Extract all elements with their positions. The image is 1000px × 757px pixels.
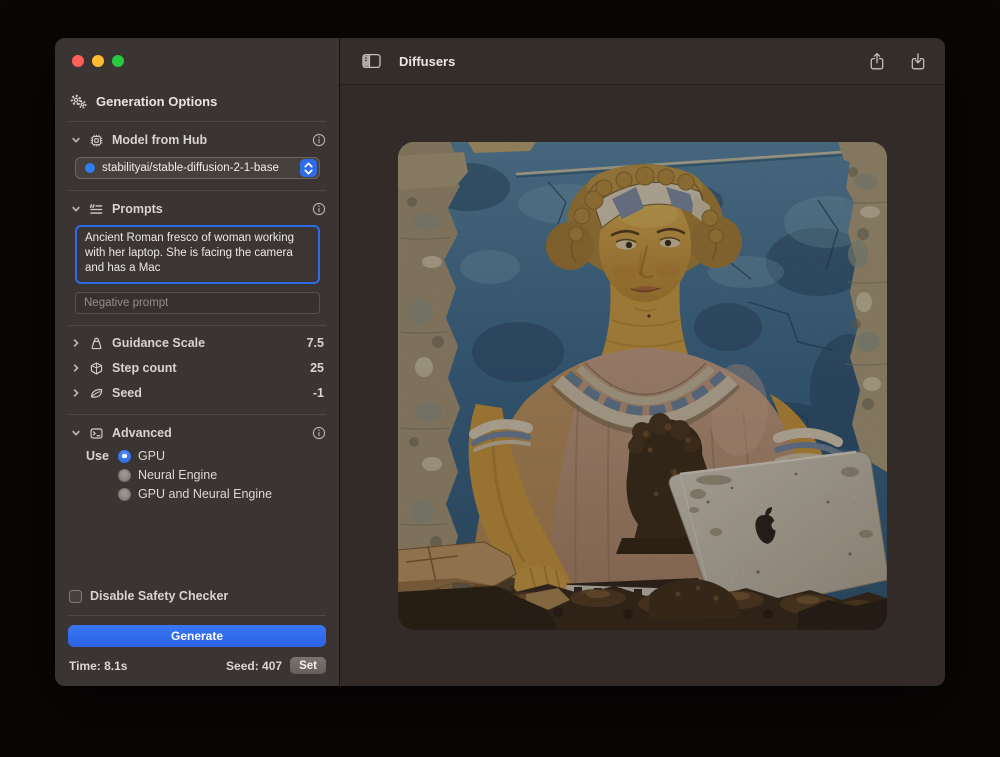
disable-safety-checker-row[interactable]: Disable Safety Checker: [68, 589, 326, 603]
traffic-lights: [72, 55, 326, 67]
share-icon[interactable]: [869, 52, 885, 71]
row-guidance-scale[interactable]: Guidance Scale 7.5: [68, 333, 326, 353]
compute-unit-group: Use GPU Neural Engine GPU and Neural Eng…: [86, 449, 326, 501]
radio-gpu-and-neural-engine[interactable]: GPU and Neural Engine: [118, 487, 272, 501]
gears-icon: [70, 94, 87, 109]
main-area: Diffusers: [340, 38, 945, 686]
image-canvas: [340, 85, 945, 686]
param-label: Step count: [112, 361, 177, 375]
seed-status: Seed: 407: [226, 659, 282, 673]
titlebar: Diffusers: [340, 38, 945, 85]
close-button[interactable]: [72, 55, 84, 67]
radio-neural-engine[interactable]: Neural Engine: [118, 468, 272, 482]
chevron-down-icon: [71, 428, 81, 438]
param-label: Seed: [112, 386, 142, 400]
negative-prompt-input[interactable]: [84, 297, 311, 309]
terminal-icon: [89, 426, 104, 441]
checkbox-unchecked[interactable]: [69, 590, 82, 603]
section-model-from-hub[interactable]: Model from Hub: [68, 130, 326, 150]
save-icon[interactable]: [910, 52, 926, 71]
sidebar-toggle-icon[interactable]: [362, 53, 381, 69]
param-value: -1: [313, 386, 326, 400]
section-label: Model from Hub: [112, 133, 207, 147]
chevron-right-icon: [71, 388, 81, 398]
status-bar: Time: 8.1s Seed: 407 Set: [69, 657, 326, 686]
chevron-down-icon: [71, 204, 81, 214]
section-prompts[interactable]: Prompts: [68, 199, 326, 219]
radio-button[interactable]: [118, 469, 131, 482]
prompt-textarea[interactable]: Ancient Roman fresco of woman working wi…: [75, 225, 320, 284]
chevron-right-icon: [71, 338, 81, 348]
chevron-right-icon: [71, 363, 81, 373]
section-label: Advanced: [112, 426, 172, 440]
divider: [68, 325, 326, 326]
negative-prompt-field[interactable]: [75, 292, 320, 314]
divider: [68, 414, 326, 415]
param-label: Guidance Scale: [112, 336, 205, 350]
info-icon[interactable]: [312, 426, 326, 440]
model-dropdown-value: stabilityai/stable-diffusion-2-1-base: [102, 162, 293, 174]
section-label: Prompts: [112, 202, 163, 216]
divider: [68, 190, 326, 191]
set-seed-button[interactable]: Set: [290, 657, 326, 674]
text-quote-icon: [89, 202, 104, 217]
model-dropdown[interactable]: stabilityai/stable-diffusion-2-1-base: [75, 157, 320, 179]
row-seed[interactable]: Seed -1: [68, 383, 326, 403]
model-status-dot: [85, 163, 95, 173]
param-value: 7.5: [307, 336, 326, 350]
zoom-button[interactable]: [112, 55, 124, 67]
window-title: Diffusers: [399, 54, 455, 69]
sidebar: Generation Options Model from Hub: [55, 38, 340, 686]
weight-icon: [89, 336, 104, 351]
section-advanced[interactable]: Advanced: [68, 423, 326, 443]
sidebar-title: Generation Options: [96, 94, 217, 109]
sidebar-header: Generation Options: [68, 94, 326, 109]
checkbox-label: Disable Safety Checker: [90, 589, 228, 603]
radio-gpu[interactable]: GPU: [118, 449, 272, 463]
time-status: Time: 8.1s: [69, 659, 127, 673]
minimize-button[interactable]: [92, 55, 104, 67]
app-window: Generation Options Model from Hub: [55, 38, 945, 686]
divider: [68, 121, 326, 122]
row-step-count[interactable]: Step count 25: [68, 358, 326, 378]
chevron-down-icon: [71, 135, 81, 145]
dropdown-stepper-icon[interactable]: [300, 159, 317, 177]
use-label: Use: [86, 449, 109, 501]
info-icon[interactable]: [312, 202, 326, 216]
info-icon[interactable]: [312, 133, 326, 147]
generated-image: [398, 142, 887, 630]
generate-button[interactable]: Generate: [68, 625, 326, 647]
cpu-icon: [89, 133, 104, 148]
radio-button-selected[interactable]: [118, 450, 131, 463]
radio-button[interactable]: [118, 488, 131, 501]
param-value: 25: [310, 361, 326, 375]
divider: [68, 615, 326, 616]
desktop-background: Generation Options Model from Hub: [0, 0, 1000, 757]
cube-icon: [89, 361, 104, 376]
leaf-icon: [89, 386, 104, 401]
